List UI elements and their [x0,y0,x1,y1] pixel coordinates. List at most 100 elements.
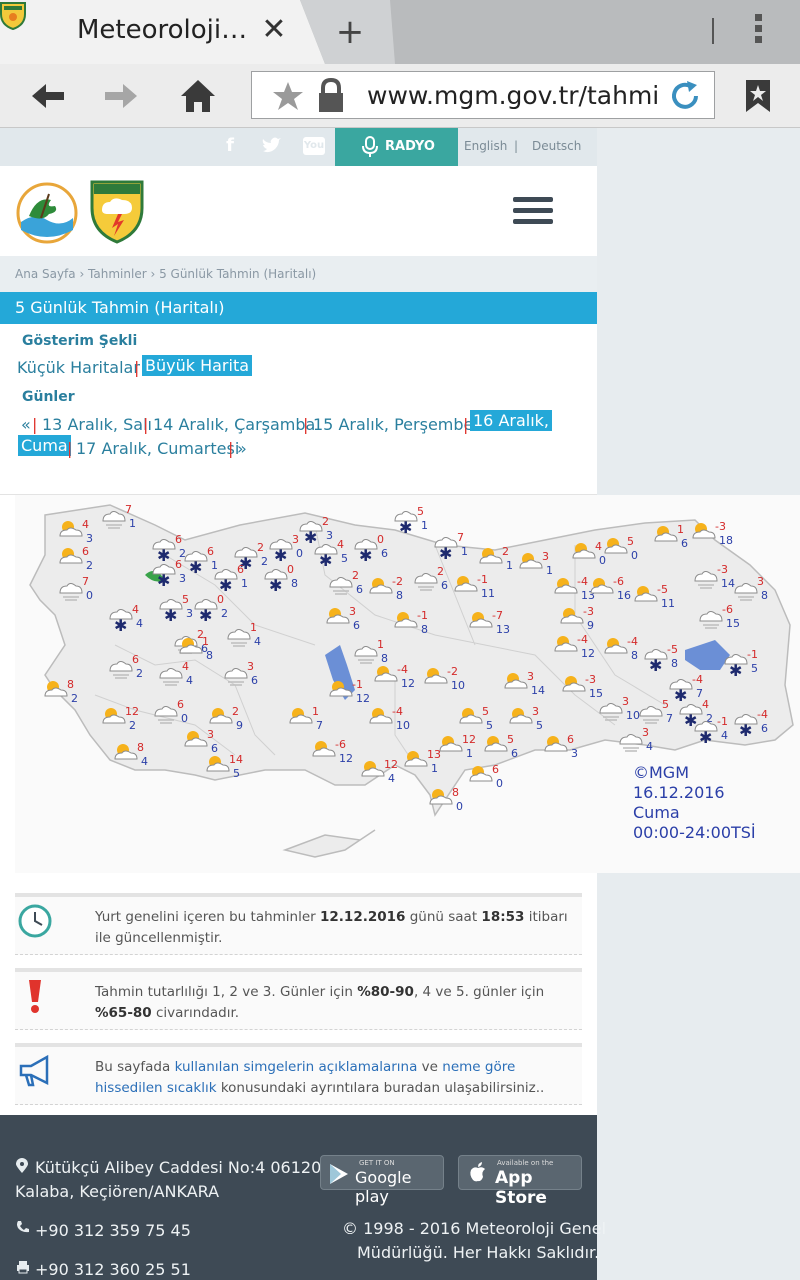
tab-close-icon[interactable]: ✕ [258,13,290,47]
menu-hamburger-icon[interactable] [513,197,553,225]
station-max-temp: 8 [137,741,144,754]
day-link-17[interactable]: 17 Aralık, Cumartesi [76,439,239,458]
home-icon[interactable] [173,72,223,120]
station-max-temp: 3 [532,705,539,718]
station-max-temp: 1 [202,635,209,648]
app-store-badge[interactable]: Available on the App Store [458,1155,582,1208]
overflow-menu-icon[interactable] [752,14,764,50]
youtube-icon[interactable]: You [303,137,325,155]
stamp-day: Cuma [633,803,680,822]
station-max-temp: -5 [657,583,668,596]
twitter-icon[interactable] [262,137,282,155]
station-min-temp: 1 [466,747,473,760]
megaphone-icon [19,1054,49,1087]
rain-lines-icon [623,747,639,752]
big-map-link[interactable]: Büyük Harita [142,355,253,376]
station-min-temp: 5 [233,767,240,780]
station-min-temp: 5 [536,719,543,732]
day-link-14[interactable]: 14 Aralık, Çarşamba [153,415,315,434]
ministry-logo[interactable] [15,182,79,244]
station-max-temp: 7 [457,531,464,544]
page-title: 5 Günlük Tahmin (Haritalı) [15,298,225,317]
accuracy-info: Tahmin tutarlılığı 1, 2 ve 3. Günler içi… [15,968,582,1030]
station-max-temp: 6 [567,733,574,746]
day-separator: | [67,439,73,458]
mgm-favicon-icon [0,2,26,30]
station-min-temp: 5 [486,719,493,732]
address-bar[interactable]: www.mgm.gov.tr/tahmin [251,71,715,119]
snowflake-icon: ✱ [699,728,712,747]
station-min-temp: 8 [761,589,768,602]
new-tab-icon[interactable]: + [332,12,368,52]
social-bar: f You RADYO English | Deutsch [0,128,597,166]
info-side-background [597,873,800,1115]
footer-address-line2: Kalaba, Keçiören/ANKARA [15,1182,220,1201]
google-play-badge[interactable]: GET IT ON Google play [320,1155,444,1206]
tab-strip-divider [712,18,714,44]
footer-phone[interactable]: +90 312 359 75 45 [35,1221,191,1240]
reload-icon[interactable] [668,79,702,113]
station-max-temp: -4 [757,708,768,721]
station-min-temp: 8 [396,589,403,602]
station-max-temp: -4 [392,705,403,718]
lang-english-link[interactable]: English [464,139,507,153]
station-min-temp: 0 [296,547,303,560]
meteoroloji-logo[interactable] [90,180,144,244]
footer-side-background [597,1115,800,1280]
station-max-temp: 3 [622,695,629,708]
bookmarks-icon[interactable] [733,72,783,120]
breadcrumb[interactable]: Ana Sayfa › Tahminler › 5 Günlük Tahmin … [15,267,316,281]
station-min-temp: 2 [86,559,93,572]
small-maps-link[interactable]: Küçük Haritalar [17,358,140,377]
symbols-help-link[interactable]: kullanılan simgelerin açıklamalarına [175,1059,418,1075]
station-max-temp: 0 [287,563,294,576]
station-min-temp: 8 [671,657,678,670]
lang-deutsch-link[interactable]: Deutsch [532,139,581,153]
update-info: Yurt genelini içeren bu tahminler 12.12.… [15,893,582,955]
station-max-temp: -6 [335,738,346,751]
day-link-16-selected[interactable]: 16 Aralık, [470,410,553,431]
day-separator: | [32,415,38,434]
station-max-temp: 4 [82,518,89,531]
station-max-temp: 5 [662,698,669,711]
station-min-temp: 12 [356,692,370,705]
station-min-temp: 6 [251,674,258,687]
station-max-temp: 2 [322,515,329,528]
station-min-temp: 14 [721,577,735,590]
browser-tab[interactable]: Meteoroloji… ✕ [0,0,395,64]
lock-icon [319,78,343,112]
station-max-temp: -4 [397,663,408,676]
station-max-temp: -2 [392,575,403,588]
station-min-temp: 0 [599,554,606,567]
station-max-temp: -1 [352,678,363,691]
station-min-temp: 8 [206,649,213,662]
bookmark-star-icon[interactable] [272,80,304,112]
footer-fax: +90 312 360 25 51 [35,1260,191,1279]
forecast-options: Gösterim Şekli Küçük Haritalar | Büyük H… [0,324,597,495]
snowflake-icon: ✱ [157,571,170,590]
station-min-temp: 1 [506,559,513,572]
day-link-15[interactable]: 15 Aralık, Perşembe [313,415,473,434]
snowflake-icon: ✱ [319,551,332,570]
station-max-temp: 12 [462,733,476,746]
station-max-temp: 6 [237,563,244,576]
days-next-link[interactable]: » [237,439,247,458]
days-prev-link[interactable]: « [21,415,31,434]
day-link-13[interactable]: 13 Aralık, Salı [42,415,152,434]
back-arrow-icon[interactable] [22,72,72,120]
station-max-temp: 4 [702,698,709,711]
facebook-icon[interactable]: f [222,135,238,159]
browser-tab-strip: Meteoroloji… ✕ + [0,0,800,64]
station-min-temp: 11 [661,597,675,610]
station-min-temp: 2 [71,692,78,705]
site-header [0,166,597,256]
forward-arrow-icon[interactable] [97,72,147,120]
station-max-temp: 5 [627,535,634,548]
station-min-temp: 3 [179,572,186,585]
radio-button[interactable]: RADYO [335,128,458,166]
station-max-temp: 5 [417,505,424,518]
url-text[interactable]: www.mgm.gov.tr/tahmin [367,81,659,110]
station-min-temp: 0 [181,712,188,725]
lang-separator: | [514,139,519,153]
day-link-16-selected-cont[interactable]: Cuma [18,435,71,456]
